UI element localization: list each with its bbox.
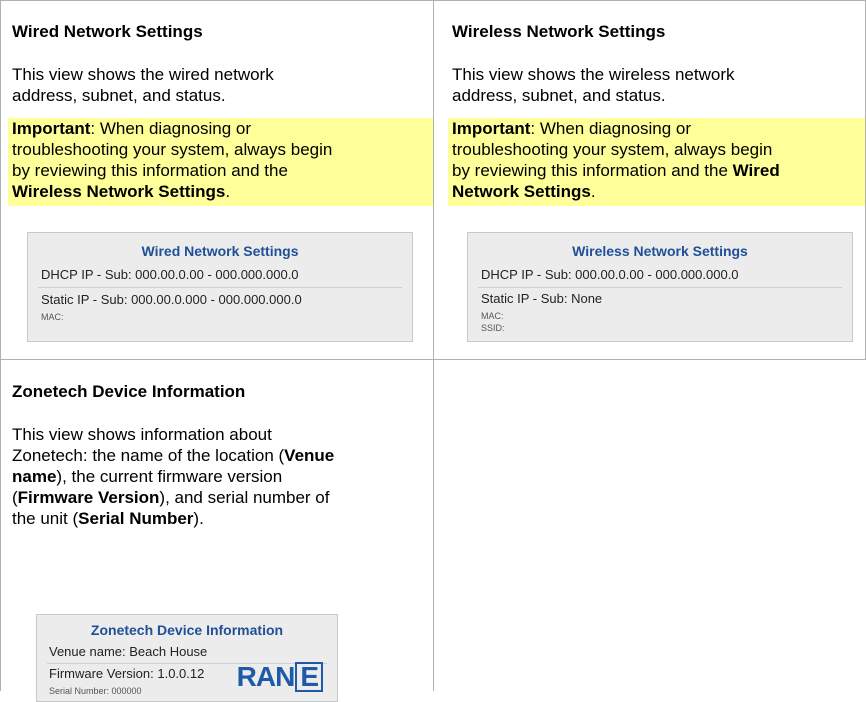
wireless-important-period: . [590, 182, 596, 201]
wireless-mac-label: MAC: [481, 311, 504, 321]
wired-separator [38, 287, 402, 288]
wired-heading: Wired Network Settings [12, 22, 203, 41]
wired-cell: Wired Network Settings This view shows t… [0, 0, 433, 359]
wireless-important-line2: troubleshooting your system, always begi… [452, 140, 773, 159]
wireless-important-label: Important [452, 119, 531, 138]
device-serial-row: Serial Number: 000000 [49, 686, 142, 696]
wireless-settings-panel: Wireless Network Settings DHCP IP - Sub:… [467, 232, 853, 342]
wireless-important-link-wired: Wired [732, 161, 780, 180]
device-serial-bold: Serial Number [78, 509, 194, 528]
device-name-bold: name [12, 467, 57, 486]
device-description-line5: the unit ( [12, 509, 79, 528]
device-firmware-bold: Firmware Version [17, 488, 160, 507]
device-heading: Zonetech Device Information [12, 382, 246, 401]
device-info-panel: Zonetech Device Information Venue name: … [36, 614, 338, 702]
device-paren-close: ). [193, 509, 204, 528]
rane-logo-e: E [295, 662, 323, 692]
wired-description-line2: address, subnet, and status. [12, 86, 226, 105]
wireless-description-line1: This view shows the wireless network [452, 65, 735, 84]
wireless-cell: Wireless Network Settings This view show… [434, 0, 866, 359]
wireless-ssid-label: SSID: [481, 323, 505, 333]
wired-important-line2: troubleshooting your system, always begi… [12, 140, 333, 159]
wireless-important-line3: by reviewing this information and the [452, 161, 733, 180]
wireless-description: This view shows the wireless network add… [452, 64, 734, 106]
device-cell: Zonetech Device Information This view sh… [0, 360, 433, 702]
wired-settings-panel: Wired Network Settings DHCP IP - Sub: 00… [27, 232, 413, 342]
rane-logo: RAN E [237, 661, 323, 693]
wireless-description-line2: address, subnet, and status. [452, 86, 666, 105]
wireless-important-link-network: Network Settings [452, 182, 591, 201]
wireless-important-note: Important: When diagnosing or troublesho… [448, 118, 865, 206]
wired-panel-title: Wired Network Settings [141, 243, 299, 259]
rane-logo-text: RAN [236, 661, 296, 692]
wireless-important-line1: : When diagnosing or [530, 119, 692, 138]
wired-static-row: Static IP - Sub: 000.00.0.000 - 000.000.… [41, 292, 302, 307]
wired-description-line1: This view shows the wired network [12, 65, 274, 84]
wired-description: This view shows the wired network addres… [12, 64, 274, 106]
wireless-heading: Wireless Network Settings [452, 22, 666, 41]
wireless-separator [478, 287, 842, 288]
wireless-dhcp-row: DHCP IP - Sub: 000.00.0.00 - 000.000.000… [481, 267, 739, 282]
wired-important-link-text: Wireless Network Settings [12, 182, 226, 201]
wired-important-line3: by reviewing this information and the [12, 161, 288, 180]
wired-important-label: Important [12, 119, 91, 138]
device-description-line1: This view shows information about [12, 425, 272, 444]
device-description: This view shows information about Zonete… [12, 424, 432, 529]
wired-important-period: . [225, 182, 231, 201]
device-description-line2: Zonetech: the name of the location ( [12, 446, 285, 465]
device-firmware-row: Firmware Version: 1.0.0.12 [49, 666, 205, 681]
device-venue-bold: Venue [284, 446, 335, 465]
wired-important-note: Important: When diagnosing or troublesho… [8, 118, 433, 206]
device-panel-title: Zonetech Device Information [90, 622, 284, 638]
device-venue-row: Venue name: Beach House [49, 644, 208, 659]
wireless-static-row: Static IP - Sub: None [481, 291, 603, 306]
wireless-panel-title: Wireless Network Settings [572, 243, 748, 259]
device-description-line3: ), the current firmware version [56, 467, 283, 486]
device-description-line4: ), and serial number of [159, 488, 330, 507]
wired-dhcp-row: DHCP IP - Sub: 000.00.0.00 - 000.000.000… [41, 267, 299, 282]
wired-mac-label: MAC: [41, 312, 64, 322]
wired-important-line1: : When diagnosing or [90, 119, 252, 138]
